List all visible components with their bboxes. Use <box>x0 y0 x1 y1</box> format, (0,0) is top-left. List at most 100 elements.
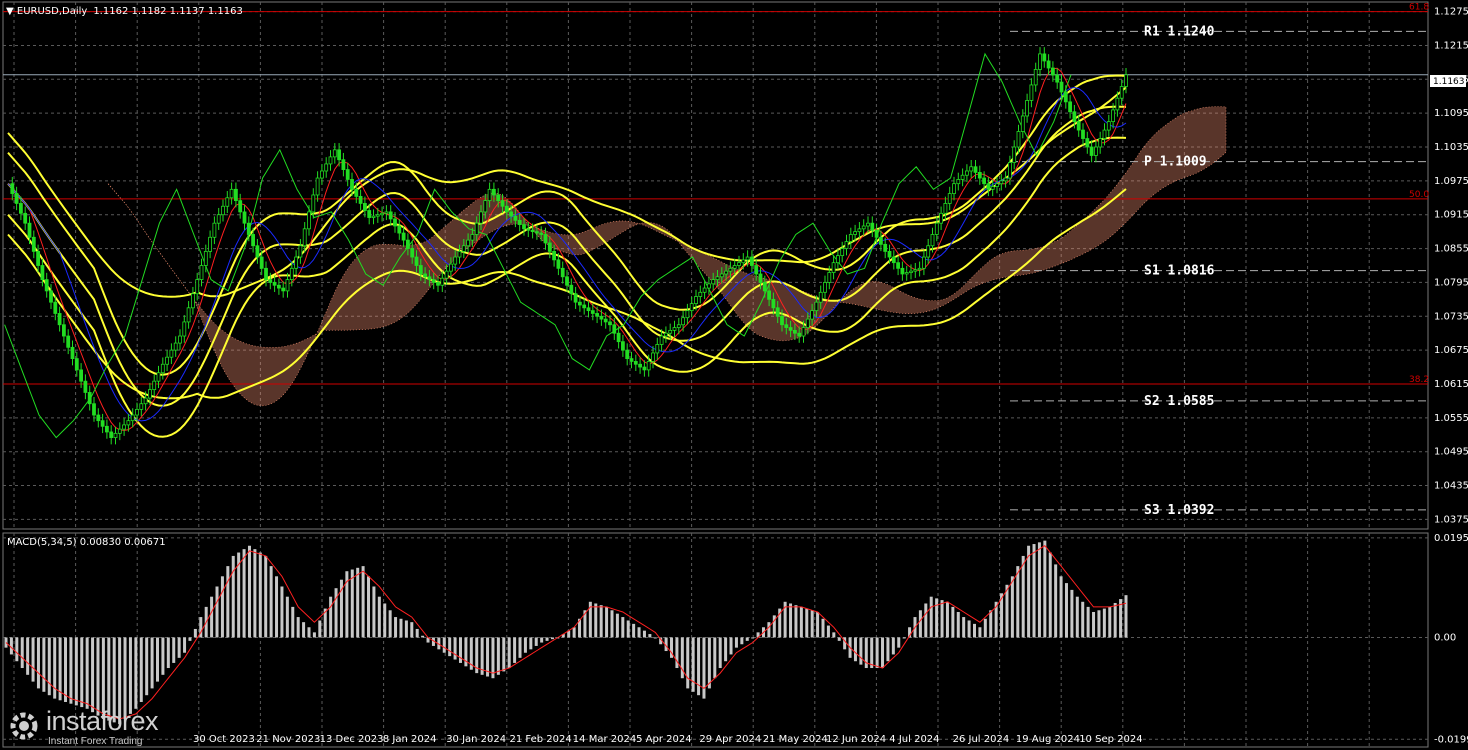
macd-bar <box>918 610 922 638</box>
candle-body <box>1029 84 1034 101</box>
macd-bar <box>935 598 939 638</box>
macd-bar <box>215 586 219 638</box>
candle-body <box>810 310 814 320</box>
y-tick-label: 1.0375 <box>1434 514 1468 525</box>
macd-bar <box>810 610 814 638</box>
y-tick-label: 1.0915 <box>1434 210 1468 221</box>
macd-bar <box>837 637 841 641</box>
x-tick-label: 5 Apr 2024 <box>636 734 691 745</box>
macd-bar <box>1059 576 1063 638</box>
candle-body <box>199 265 204 281</box>
collapse-arrow-icon[interactable]: ▼ <box>6 6 17 17</box>
macd-bar <box>36 637 40 689</box>
candle-body <box>83 380 88 393</box>
macd-bar <box>253 549 257 638</box>
y-tick-label: 1.0735 <box>1434 311 1468 322</box>
candle-body <box>113 432 118 438</box>
candle-body <box>801 327 806 337</box>
macd-bar <box>615 613 619 638</box>
macd-title: MACD(5,34,5) 0.00830 0.00671 <box>7 537 166 548</box>
macd-bar <box>329 596 333 638</box>
candle-body <box>707 283 711 289</box>
macd-bar <box>826 625 830 638</box>
candle-body <box>62 324 66 337</box>
macd-bar <box>1016 566 1020 638</box>
macd-bar <box>453 637 457 660</box>
candle-body <box>530 229 535 233</box>
macd-bar <box>973 623 977 638</box>
candle-body <box>732 265 737 269</box>
macd-bar <box>491 637 495 679</box>
macd-y-tick-label: 0.00 <box>1434 632 1456 643</box>
candle-body <box>1102 129 1107 139</box>
candle-body <box>1085 138 1090 148</box>
y-tick-label: 1.0615 <box>1434 379 1468 390</box>
macd-bar <box>302 622 306 638</box>
macd-bar <box>805 608 809 638</box>
candle-body <box>689 303 694 312</box>
candle-body <box>1098 138 1103 148</box>
candle-body <box>818 291 823 303</box>
candle-body <box>793 329 797 334</box>
candle-body <box>285 279 290 292</box>
macd-bar <box>394 617 398 638</box>
y-tick-label: 1.0975 <box>1434 176 1468 187</box>
macd-bar <box>367 576 371 638</box>
candle-body <box>595 313 599 317</box>
candle-body <box>96 414 101 422</box>
macd-bar <box>534 637 538 646</box>
candle-body <box>823 282 827 293</box>
candle-body <box>27 222 32 238</box>
candle-body <box>414 256 419 266</box>
macd-bar <box>881 637 885 669</box>
candle-body <box>990 186 995 190</box>
candle-body <box>221 205 225 216</box>
candle-body <box>775 307 780 317</box>
candle-body <box>233 188 238 202</box>
macd-bar <box>350 569 354 638</box>
candle-body <box>625 349 630 359</box>
candle-body <box>117 428 122 434</box>
candle-body <box>513 215 518 221</box>
candle-body <box>487 188 492 202</box>
candle-body <box>762 282 767 292</box>
candle-body <box>311 194 316 213</box>
candle-body <box>543 234 548 244</box>
macd-bar <box>275 576 279 638</box>
macd-y-tick-label: -0.01998 <box>1434 734 1468 745</box>
y-tick-label: 1.1275 <box>1434 7 1468 18</box>
candle-body <box>272 282 277 286</box>
candle-body <box>156 372 161 382</box>
macd-bar <box>291 606 295 638</box>
symbol-label: EURUSD,Daily <box>17 6 88 17</box>
candle-body <box>552 250 556 261</box>
candle-body <box>565 276 569 286</box>
candle-body <box>448 263 453 272</box>
candle-body <box>866 222 870 227</box>
candle-body <box>956 179 961 185</box>
candle-body <box>18 203 23 214</box>
candle-body <box>354 188 359 197</box>
candle-body <box>70 346 75 359</box>
candle-body <box>952 183 956 194</box>
chart-canvas[interactable]: 61.850.038.2 1.12751.12151.11551.10951.1… <box>0 0 1468 750</box>
candle-body <box>10 183 15 194</box>
candle-body <box>264 267 268 281</box>
candle-body <box>371 215 376 218</box>
macd-bar <box>231 555 235 638</box>
candle-body <box>904 272 909 275</box>
x-tick-label: 13 Dec 2023 <box>320 734 384 745</box>
candle-body <box>289 267 294 281</box>
candle-body <box>345 169 350 180</box>
candle-body <box>281 287 286 292</box>
candle-body <box>341 159 346 170</box>
logo-brand: instaforex <box>46 706 159 736</box>
candle-body <box>367 210 372 218</box>
candle-body <box>556 259 561 269</box>
macd-bar <box>1108 606 1112 638</box>
macd-bar <box>799 606 803 638</box>
macd-bar <box>989 610 993 638</box>
candle-body <box>109 431 114 438</box>
macd-bar <box>285 596 289 638</box>
candle-body <box>169 349 174 358</box>
